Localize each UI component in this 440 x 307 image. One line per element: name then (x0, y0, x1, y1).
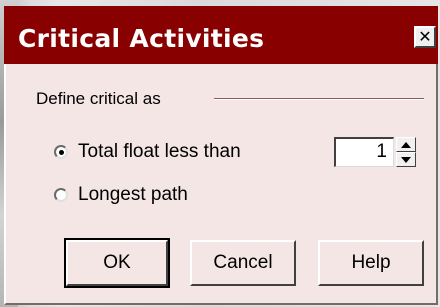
title-bar[interactable]: Critical Activities ✕ (4, 6, 438, 64)
radio-total-float[interactable]: Total float less than (54, 141, 241, 163)
float-threshold-input[interactable]: 1 (334, 137, 394, 167)
dialog-title: Critical Activities (18, 24, 265, 53)
cancel-button[interactable]: Cancel (190, 240, 296, 286)
radio-button-checked[interactable] (54, 145, 68, 159)
close-button[interactable]: ✕ (414, 26, 436, 48)
spin-up-button[interactable] (396, 137, 416, 152)
group-label: Define critical as (36, 89, 161, 108)
group-divider (214, 98, 424, 100)
radio-total-float-label: Total float less than (78, 141, 241, 162)
spinner-buttons (396, 137, 416, 167)
ok-button[interactable]: OK (64, 238, 170, 288)
radio-longest-path[interactable]: Longest path (54, 184, 188, 206)
radio-button-unchecked[interactable] (54, 188, 68, 202)
float-threshold-spinner[interactable]: 1 (334, 137, 416, 167)
arrow-up-icon (401, 141, 411, 148)
arrow-down-icon (401, 156, 411, 163)
spin-down-button[interactable] (396, 152, 416, 167)
close-icon: ✕ (418, 27, 432, 46)
radio-longest-path-label: Longest path (78, 184, 188, 205)
help-button[interactable]: Help (318, 240, 424, 286)
